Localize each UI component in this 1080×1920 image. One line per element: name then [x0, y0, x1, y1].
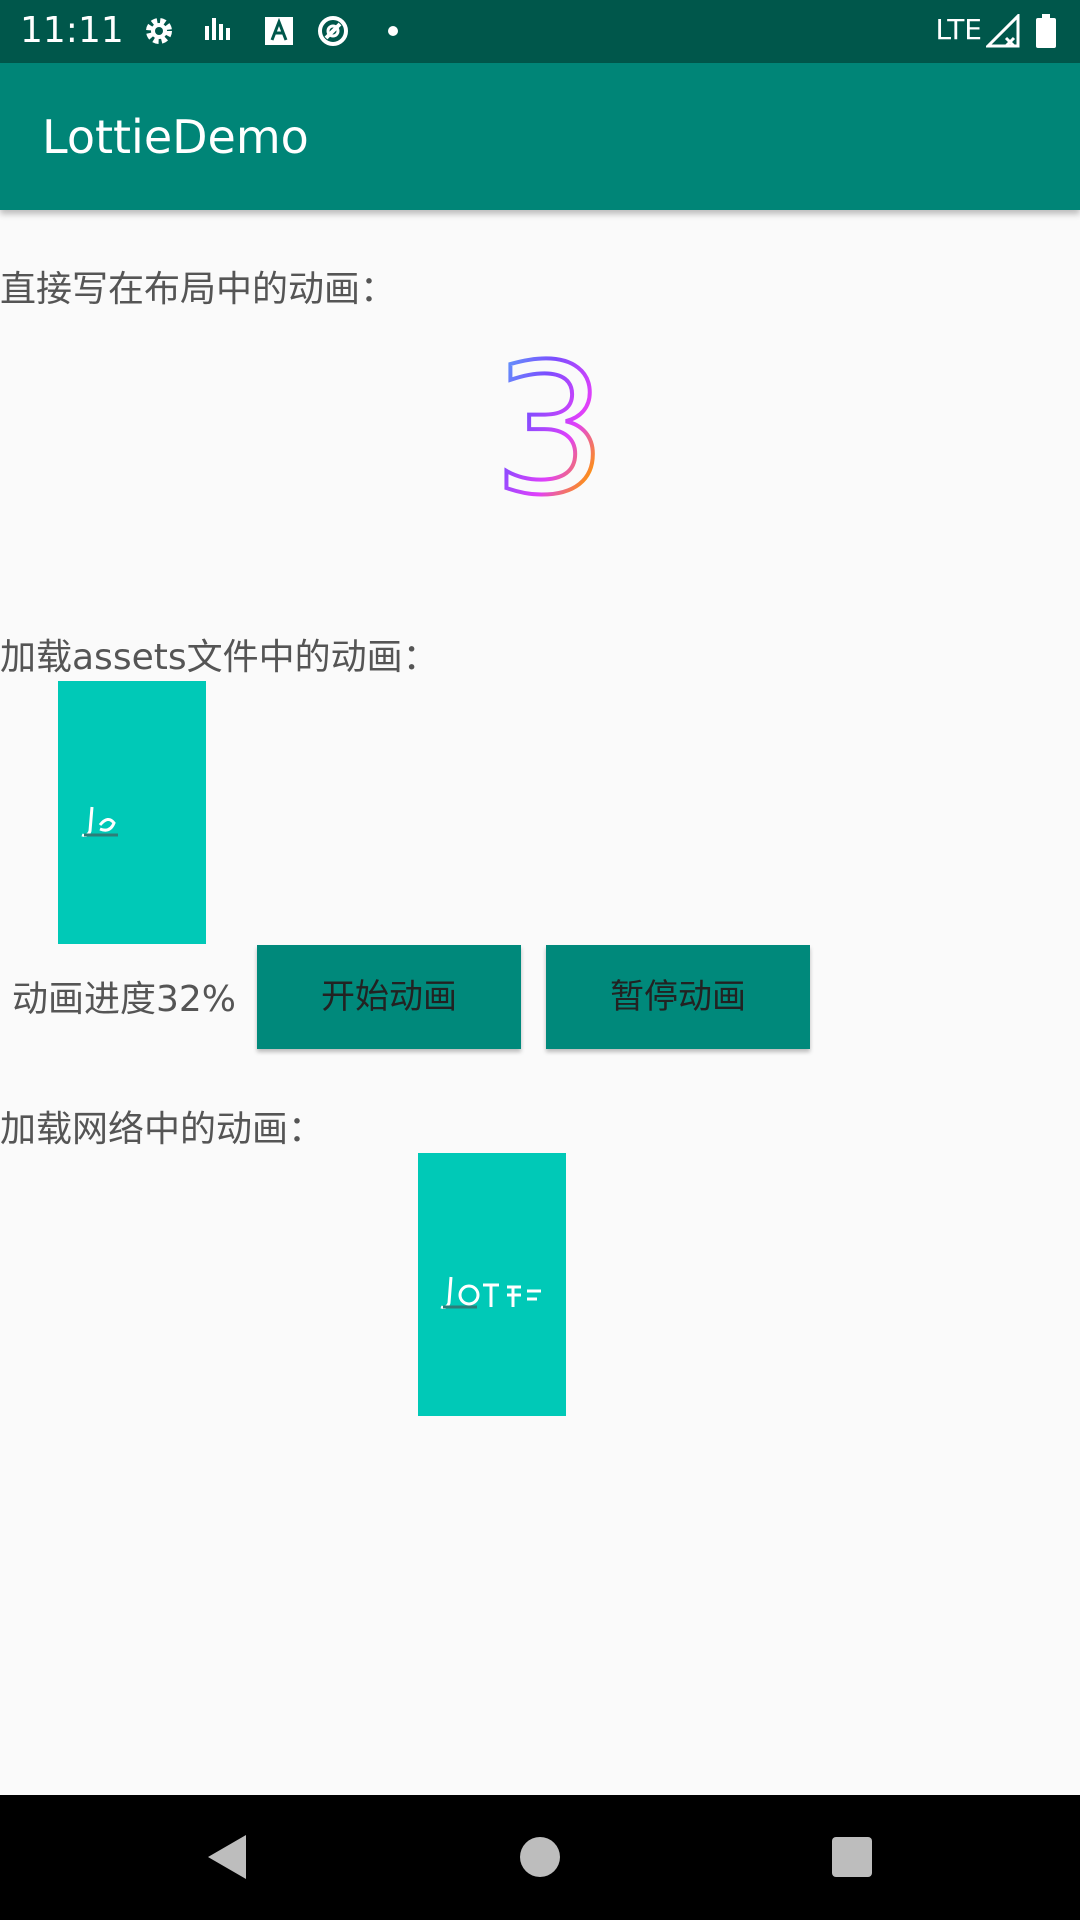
- layout-lottie-animation: 3: [491, 350, 610, 510]
- status-time: 11:11: [20, 10, 124, 51]
- pause-animation-button[interactable]: 暂停动画: [546, 945, 810, 1049]
- sync-icon: [318, 16, 348, 46]
- lottie-logo-fragment: [440, 1276, 541, 1309]
- app-bar: LottieDemo: [0, 63, 1080, 210]
- back-icon[interactable]: [196, 1827, 256, 1887]
- status-bar: 11:11 LTE: [0, 0, 1080, 63]
- a-box-icon: [265, 17, 293, 45]
- start-animation-button[interactable]: 开始动画: [257, 945, 521, 1049]
- lottie-logo-fragment: [81, 806, 118, 837]
- app-title: LottieDemo: [42, 110, 309, 164]
- dot-icon: [388, 26, 398, 36]
- cell-signal-icon: [986, 14, 1020, 48]
- home-icon[interactable]: [510, 1827, 570, 1887]
- navigation-bar: [0, 1795, 1080, 1920]
- signal-bars-icon: [205, 18, 230, 40]
- gear-icon: [146, 18, 172, 44]
- network-type: LTE: [935, 13, 982, 46]
- layout-animation-label: 直接写在布局中的动画：: [0, 269, 397, 310]
- lottie-digit: 3: [493, 350, 608, 510]
- assets-animation-label: 加载assets文件中的动画：: [0, 637, 439, 678]
- network-animation-label: 加载网络中的动画：: [0, 1109, 325, 1150]
- network-lottie-animation: [418, 1153, 566, 1416]
- recents-icon[interactable]: [822, 1827, 882, 1887]
- screen: 11:11 LTE LottieDemo 直接写在布局中的动画： 3 加载ass…: [0, 0, 1080, 1920]
- battery-icon: [1036, 14, 1056, 48]
- animation-progress-text: 动画进度32%: [12, 979, 237, 1020]
- assets-lottie-animation: [58, 681, 206, 944]
